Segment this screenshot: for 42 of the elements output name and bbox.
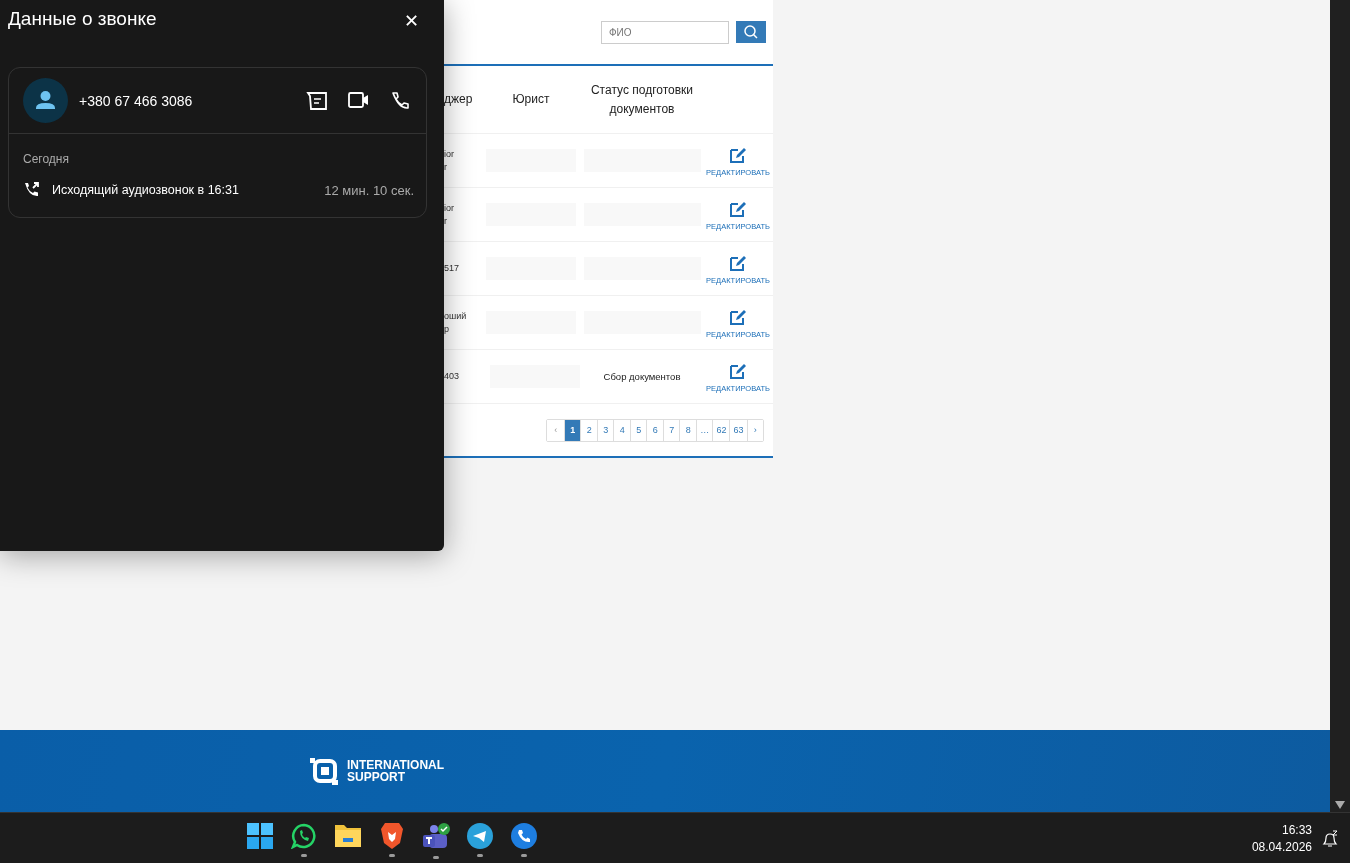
- phone-icon: [390, 90, 410, 111]
- avatar-icon: [23, 78, 68, 123]
- running-indicator: [477, 854, 483, 857]
- close-button[interactable]: ✕: [395, 10, 427, 31]
- clock[interactable]: 16:33 08.04.2026: [1251, 821, 1312, 856]
- column-header: джер: [444, 91, 474, 108]
- paper-plane-icon: [467, 823, 493, 849]
- page-button[interactable]: 63: [729, 419, 747, 441]
- teams-icon: [421, 823, 451, 851]
- table-cell: 517: [444, 263, 460, 273]
- chat-bubble-icon: [291, 823, 317, 849]
- section-label: Сегодня: [23, 152, 70, 166]
- phone-icon: [511, 823, 537, 849]
- outgoing-call-icon: [23, 181, 41, 199]
- windows-icon: [247, 823, 273, 849]
- running-indicator: [389, 854, 395, 857]
- search-icon: [743, 24, 759, 40]
- folder-icon: [335, 823, 361, 847]
- lion-shield-icon: [381, 823, 403, 849]
- scroll-down-icon[interactable]: [1335, 801, 1345, 809]
- page-button[interactable]: 62: [712, 419, 730, 441]
- video-camera-icon: [348, 90, 370, 109]
- panel-title: Данные о звонке: [8, 8, 157, 30]
- search-field[interactable]: ФИО: [601, 21, 729, 44]
- running-indicator: [521, 854, 527, 857]
- search-button[interactable]: [736, 21, 766, 43]
- table-cell: Сбор документов: [603, 371, 681, 382]
- running-indicator: [301, 854, 307, 857]
- phone-number: +380 67 466 3086: [79, 92, 193, 109]
- running-indicator: [433, 856, 439, 859]
- message-icon: [306, 90, 328, 111]
- table-cell: 403: [444, 371, 460, 381]
- call-description: Исходящий аудиозвонок в 16:31: [52, 183, 239, 197]
- table-cell: ior r: [444, 202, 454, 226]
- logo-icon: [310, 756, 340, 786]
- column-header: Статус подготовки документов: [589, 81, 695, 118]
- call-duration: 12 мин. 10 сек.: [324, 182, 414, 198]
- bell-snooze-icon[interactable]: [1322, 829, 1338, 848]
- table-cell: ior r: [444, 148, 454, 172]
- table-cell: оший р: [444, 310, 467, 334]
- column-header: Юрист: [511, 91, 551, 108]
- logo-text: INTERNATIONAL SUPPORT: [347, 759, 445, 783]
